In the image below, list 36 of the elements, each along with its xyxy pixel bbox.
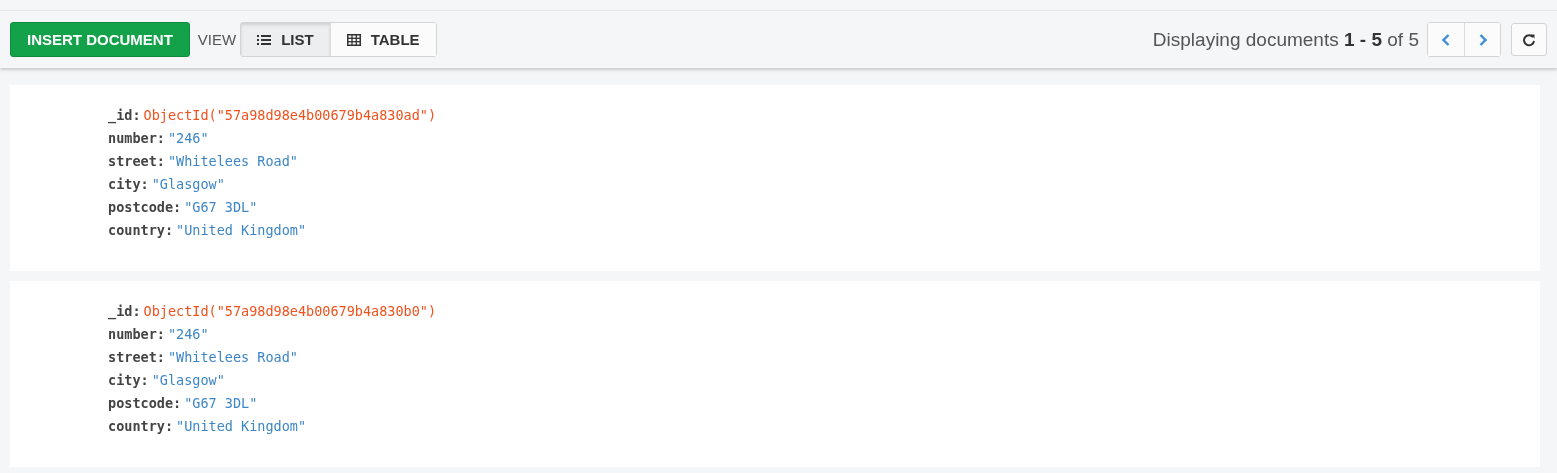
field-value: "G67 3DL" bbox=[184, 198, 258, 215]
view-tab[interactable]: TABLE bbox=[329, 23, 436, 56]
field-key: street: bbox=[108, 152, 165, 169]
field-value: "G67 3DL" bbox=[184, 394, 258, 411]
field-key: country: bbox=[108, 221, 174, 238]
field-key: street: bbox=[108, 348, 165, 365]
view-label: VIEW bbox=[197, 31, 237, 48]
next-page-button[interactable] bbox=[1464, 23, 1500, 56]
refresh-icon bbox=[1522, 32, 1536, 47]
field-key: number: bbox=[108, 129, 165, 146]
previous-page-button[interactable] bbox=[1428, 23, 1464, 56]
field-value: "246" bbox=[167, 129, 209, 146]
field-key: city: bbox=[108, 175, 149, 192]
field-key: _id: bbox=[108, 106, 141, 123]
field-value: "Whitelees Road" bbox=[167, 348, 298, 365]
field-value: ObjectId("57a98d98e4b00679b4a830ad") bbox=[143, 106, 437, 123]
chevron-right-icon bbox=[1477, 32, 1488, 47]
field-key: _id: bbox=[108, 302, 141, 319]
field-key: city: bbox=[108, 371, 149, 388]
field-value: "United Kingdom" bbox=[176, 221, 307, 238]
chevron-left-icon bbox=[1441, 32, 1451, 47]
field-value: "Glasgow" bbox=[151, 175, 225, 192]
field-key: number: bbox=[108, 325, 165, 342]
field-key: country: bbox=[108, 417, 174, 434]
field-key: postcode: bbox=[108, 198, 182, 215]
field-key: postcode: bbox=[108, 394, 182, 411]
field-value: "Glasgow" bbox=[151, 371, 225, 388]
field-value: ObjectId("57a98d98e4b00679b4a830b0") bbox=[143, 302, 437, 319]
pagination-text: Displaying documents 1 - 5 of 5 bbox=[1152, 28, 1419, 51]
field-value: "Whitelees Road" bbox=[167, 152, 298, 169]
table-icon bbox=[346, 33, 361, 46]
view-tab[interactable]: LIST bbox=[241, 23, 330, 56]
list-icon bbox=[257, 33, 272, 46]
field-value: "246" bbox=[167, 325, 209, 342]
field-value: "United Kingdom" bbox=[176, 417, 307, 434]
refresh-button[interactable] bbox=[1511, 23, 1547, 56]
